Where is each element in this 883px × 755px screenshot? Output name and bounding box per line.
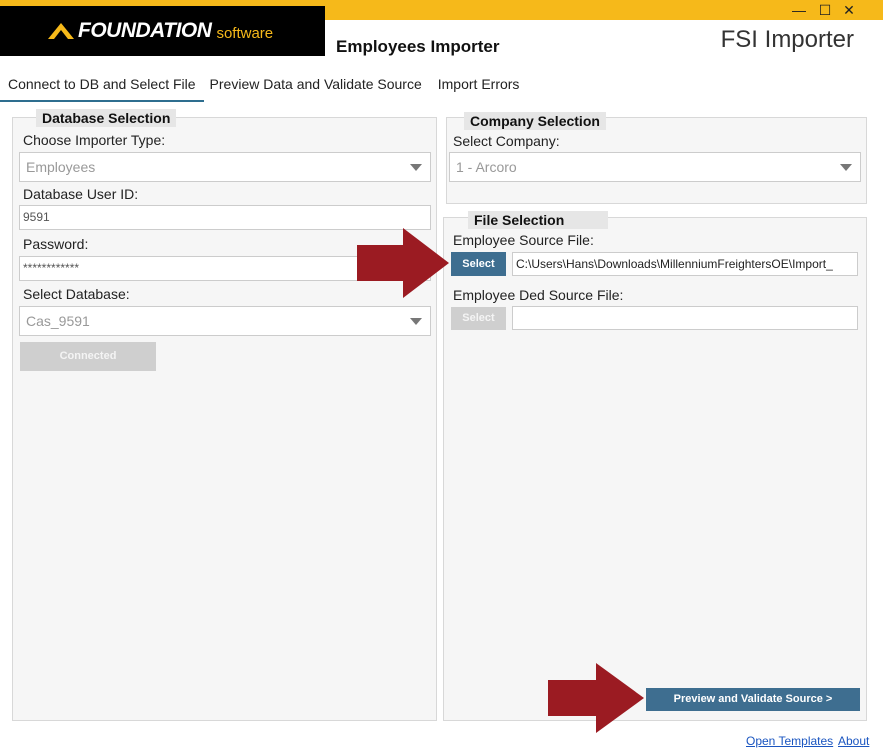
brand-name: FOUNDATION xyxy=(78,19,212,42)
chevron-down-icon xyxy=(410,318,422,325)
tab-connect[interactable]: Connect to DB and Select File xyxy=(0,76,204,102)
preview-validate-button[interactable]: Preview and Validate Source > xyxy=(646,688,860,711)
minimize-button[interactable]: — xyxy=(789,2,809,18)
database-select[interactable]: Cas_9591 xyxy=(19,306,431,336)
chevron-down-icon xyxy=(840,164,852,171)
connected-button[interactable]: Connected xyxy=(20,342,156,371)
importer-type-value: Employees xyxy=(26,159,96,175)
company-selection-title: Company Selection xyxy=(464,112,606,130)
employee-source-file-field[interactable]: C:\Users\Hans\Downloads\MillenniumFreigh… xyxy=(512,252,858,276)
ded-source-file-field[interactable] xyxy=(512,306,858,330)
company-value: 1 - Arcoro xyxy=(456,159,517,175)
importer-type-select[interactable]: Employees xyxy=(19,152,431,182)
tab-preview[interactable]: Preview Data and Validate Source xyxy=(204,76,430,102)
employee-source-label: Employee Source File: xyxy=(453,232,594,248)
about-link[interactable]: About xyxy=(838,734,869,748)
employee-source-select-button[interactable]: Select xyxy=(451,252,506,276)
page-title: Employees Importer xyxy=(336,37,500,56)
company-select[interactable]: 1 - Arcoro xyxy=(449,152,861,182)
database-label: Select Database: xyxy=(23,286,130,302)
foundation-logo: FOUNDATION software xyxy=(0,6,325,56)
tab-import-errors[interactable]: Import Errors xyxy=(430,76,528,102)
database-selection-title: Database Selection xyxy=(36,109,177,127)
database-value: Cas_9591 xyxy=(26,313,90,329)
chevron-logo-icon xyxy=(48,23,74,39)
password-label: Password: xyxy=(23,236,89,252)
user-id-field[interactable]: 9591 xyxy=(19,205,431,230)
close-button[interactable]: ✕ xyxy=(839,2,859,19)
file-selection-title: File Selection xyxy=(468,211,608,229)
product-name: FSI Importer xyxy=(720,26,854,53)
importer-type-label: Choose Importer Type: xyxy=(23,132,166,148)
maximize-button[interactable]: ☐ xyxy=(815,2,835,19)
chevron-down-icon xyxy=(410,164,422,171)
brand-suffix: software xyxy=(216,24,274,42)
user-id-label: Database User ID: xyxy=(23,186,139,202)
annotation-arrow-icon xyxy=(548,663,644,733)
company-label: Select Company: xyxy=(453,133,560,149)
annotation-arrow-icon xyxy=(357,228,449,298)
tab-bar: Connect to DB and Select File Preview Da… xyxy=(0,76,527,102)
open-templates-link[interactable]: Open Templates xyxy=(746,734,833,748)
ded-source-select-button[interactable]: Select xyxy=(451,307,506,330)
ded-source-label: Employee Ded Source File: xyxy=(453,287,624,303)
